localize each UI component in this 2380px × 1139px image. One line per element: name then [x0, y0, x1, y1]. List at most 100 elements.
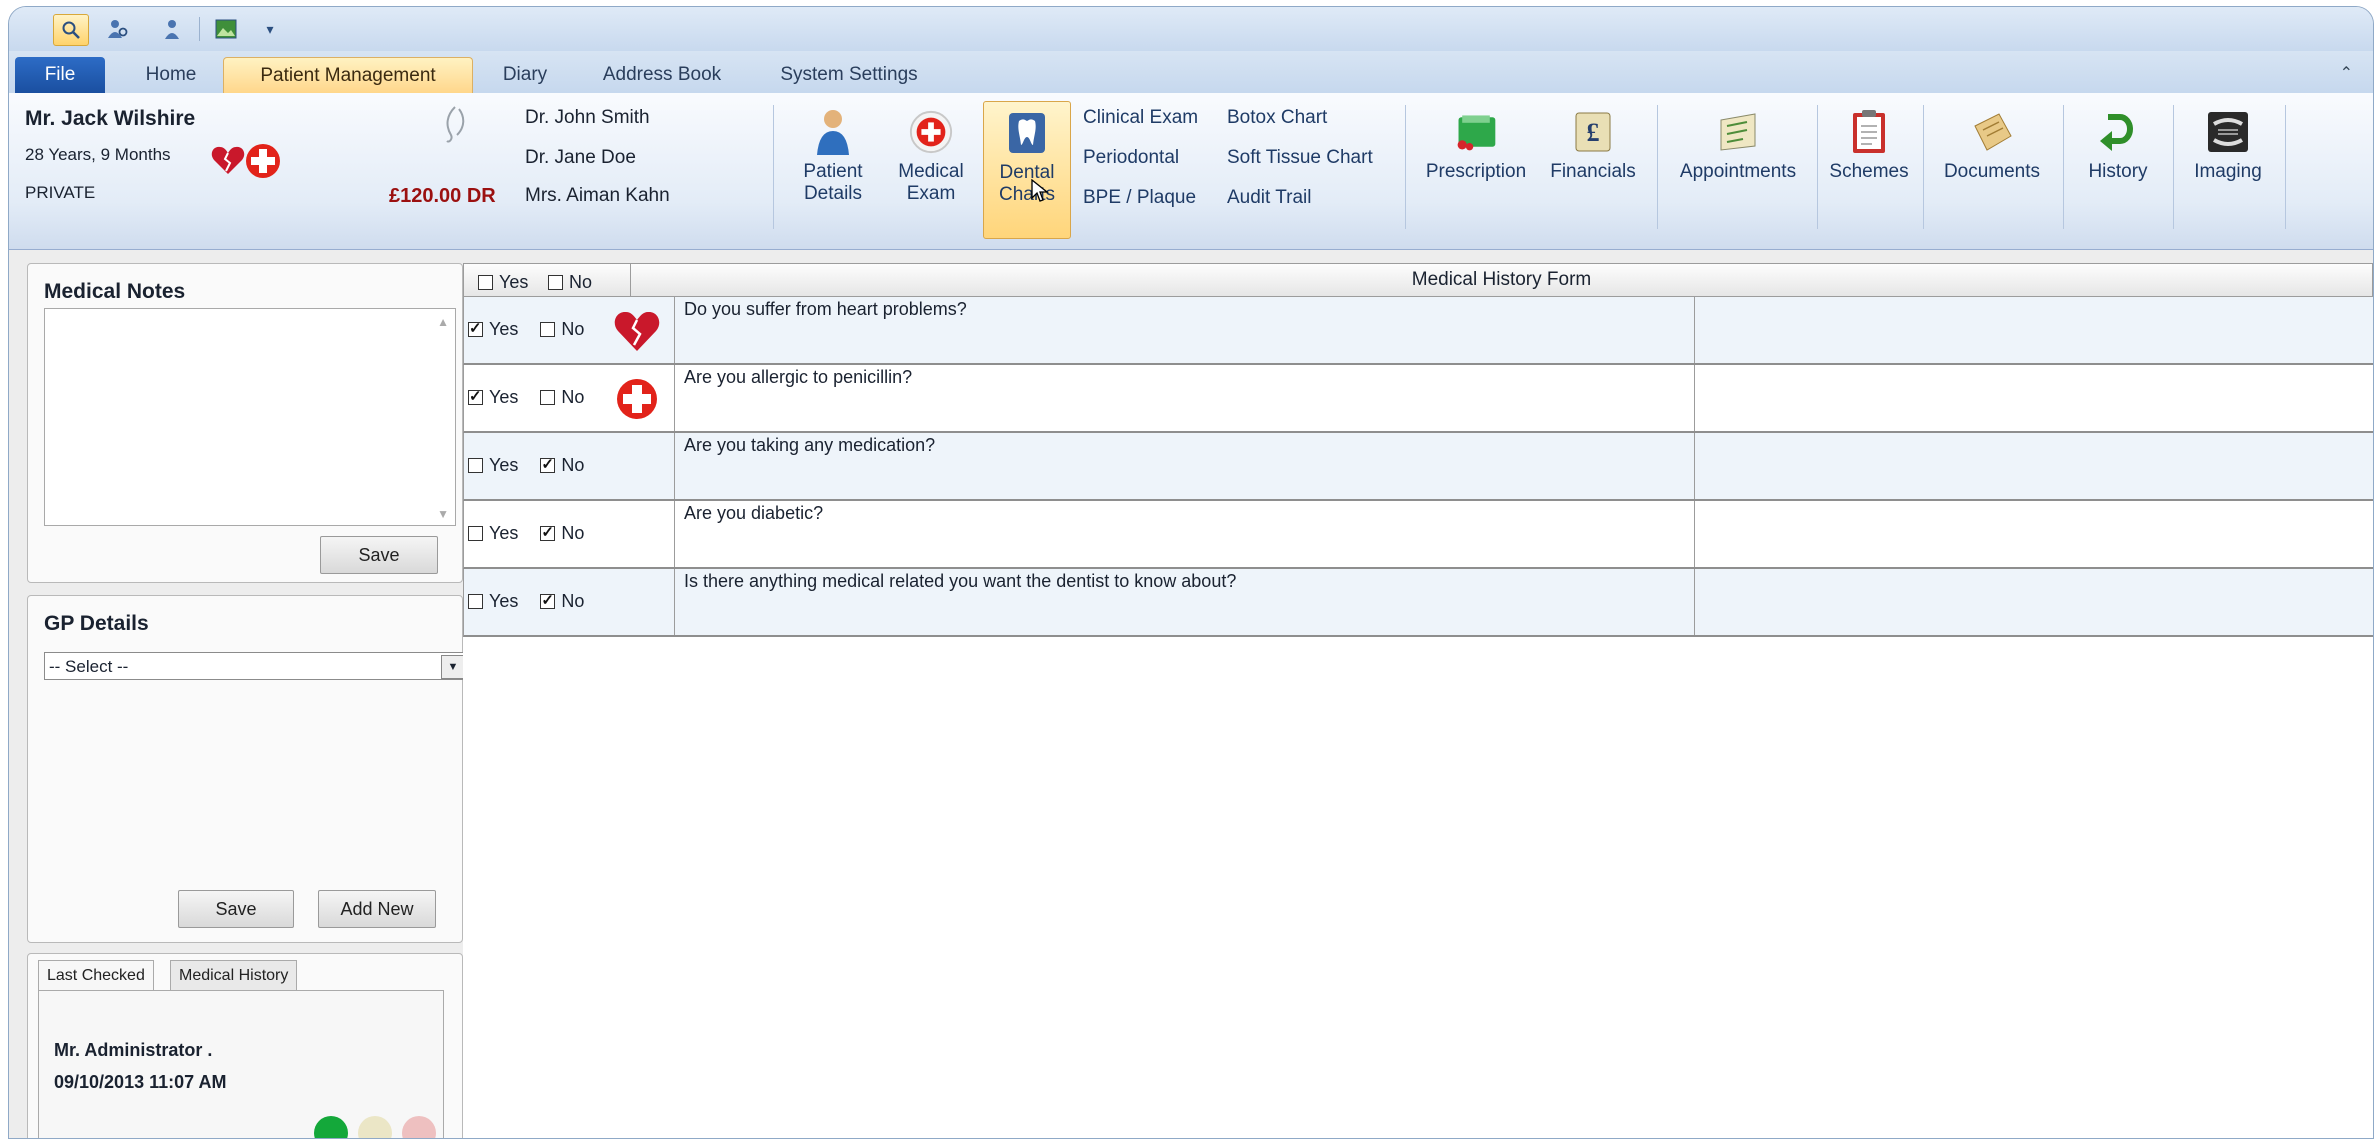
table-row: Yes No Do you suffer from heart problems? — [463, 297, 2373, 365]
financials-button[interactable]: £ Financials — [1539, 101, 1647, 237]
header-yes-checkbox[interactable] — [478, 275, 493, 290]
patient-name: Mr. Jack Wilshire — [25, 107, 196, 130]
yes-label: Yes — [489, 319, 519, 339]
red-cross-icon — [617, 379, 657, 419]
scroll-up-icon[interactable]: ▲ — [437, 315, 449, 329]
header-no-all[interactable]: No — [548, 272, 592, 293]
column-divider — [1694, 433, 1695, 499]
no-label: No — [561, 455, 585, 475]
tab-diary[interactable]: Diary — [483, 57, 567, 93]
gp-save-button[interactable]: Save — [178, 890, 294, 928]
tab-medical-history[interactable]: Medical History — [170, 960, 298, 991]
find-patient-icon[interactable] — [101, 14, 135, 44]
gp-add-new-button[interactable]: Add New — [318, 890, 436, 928]
yes-label: Yes — [489, 523, 519, 543]
tab-system-settings[interactable]: System Settings — [761, 57, 937, 93]
tab-home[interactable]: Home — [121, 57, 221, 93]
clipboard-icon — [1846, 107, 1892, 157]
documents-label: Documents — [1943, 161, 2041, 182]
appointments-button[interactable]: Appointments — [1665, 101, 1811, 237]
clinician-1[interactable]: Dr. John Smith — [525, 107, 650, 129]
checked-by: Mr. Administrator . — [54, 1040, 213, 1060]
clinical-exam-link[interactable]: Clinical Exam — [1083, 107, 1198, 129]
medical-notes-textarea[interactable]: ▲ ▼ — [44, 308, 456, 526]
column-divider — [1694, 365, 1695, 431]
audit-trail-link[interactable]: Audit Trail — [1227, 187, 1311, 209]
table-row: Yes No Are you taking any medication? — [463, 433, 2373, 501]
ribbon: Mr. Jack Wilshire 28 Years, 9 Months PRI… — [9, 93, 2373, 250]
clinician-2[interactable]: Dr. Jane Doe — [525, 147, 636, 169]
no-checkbox[interactable] — [540, 322, 556, 337]
patient-details-button[interactable]: Patient Details — [783, 101, 883, 237]
question-text: Are you allergic to penicillin? — [684, 367, 913, 387]
prescription-icon — [1453, 107, 1499, 157]
search-icon[interactable] — [53, 14, 89, 46]
scroll-down-icon[interactable]: ▼ — [437, 507, 449, 521]
header-no-label: No — [569, 272, 593, 292]
gp-select-value: -- Select -- — [49, 657, 129, 676]
prescription-label: Prescription — [1425, 161, 1527, 182]
gp-details-title: GP Details — [44, 612, 149, 635]
answer-cell: Yes No — [464, 569, 675, 635]
medical-history-grid: Yes No Medical History Form Yes No Do you … — [463, 263, 2373, 1138]
dental-charts-button[interactable]: Dental Charts — [983, 101, 1071, 239]
header-yes-all[interactable]: Yes — [478, 272, 528, 293]
periodontal-link[interactable]: Periodontal — [1083, 147, 1179, 169]
botox-chart-link[interactable]: Botox Chart — [1227, 107, 1327, 129]
table-row: Yes No Are you diabetic? — [463, 501, 2373, 569]
yes-checkbox[interactable] — [468, 458, 483, 473]
tooth-icon — [1004, 108, 1050, 158]
documents-button[interactable]: Documents — [1929, 101, 2055, 237]
appointments-icon — [1715, 107, 1761, 157]
column-divider — [1694, 569, 1695, 635]
schemes-label: Schemes — [1829, 161, 1909, 182]
last-checked-panel: Last Checked Medical History Mr. Adminis… — [27, 953, 463, 1138]
mouse-cursor-icon — [1031, 179, 1049, 202]
tab-file[interactable]: File — [15, 57, 105, 93]
history-label: History — [2088, 161, 2148, 182]
tab-patient-management[interactable]: Patient Management — [223, 57, 473, 94]
medical-notes-save-button[interactable]: Save — [320, 536, 438, 574]
documents-icon — [1969, 107, 2015, 157]
medical-exam-label-1: Medical — [898, 161, 964, 182]
question-text: Do you suffer from heart problems? — [684, 299, 967, 319]
medical-exam-button[interactable]: Medical Exam — [887, 101, 975, 237]
question-text: Are you diabetic? — [684, 503, 824, 523]
no-checkbox[interactable] — [540, 390, 556, 405]
soft-tissue-chart-link[interactable]: Soft Tissue Chart — [1227, 147, 1373, 169]
answer-options: Yes No — [468, 591, 584, 612]
answer-options: Yes No — [468, 319, 584, 340]
collapse-ribbon-icon[interactable]: ⌃ — [2340, 63, 2353, 83]
patient-icon[interactable] — [155, 14, 189, 44]
no-checkbox[interactable] — [540, 591, 556, 609]
header-no-checkbox[interactable] — [548, 275, 563, 290]
schemes-button[interactable]: Schemes — [1823, 101, 1915, 237]
gp-details-panel: GP Details -- Select -- ▼ Save Add New — [27, 595, 468, 943]
gp-select[interactable]: -- Select -- ▼ — [44, 652, 468, 680]
chevron-down-icon[interactable]: ▼ — [441, 655, 465, 679]
yes-checkbox[interactable] — [468, 594, 483, 609]
svg-text:£: £ — [1587, 118, 1600, 147]
no-checkbox[interactable] — [540, 455, 556, 473]
tab-address-book[interactable]: Address Book — [587, 57, 737, 93]
yes-checkbox[interactable] — [468, 319, 483, 337]
no-label: No — [561, 523, 585, 543]
account-balance: £120.00 DR — [389, 185, 496, 207]
history-button[interactable]: History — [2069, 101, 2167, 237]
no-checkbox[interactable] — [540, 523, 556, 541]
prescription-button[interactable]: Prescription — [1413, 101, 1539, 237]
bpe-plaque-link[interactable]: BPE / Plaque — [1083, 187, 1196, 209]
customize-dropdown-icon[interactable]: ▾ — [253, 14, 287, 44]
clinician-3[interactable]: Mrs. Aiman Kahn — [525, 185, 670, 207]
answer-cell: Yes No — [464, 365, 675, 431]
yes-label: Yes — [489, 387, 519, 407]
yes-checkbox[interactable] — [468, 387, 483, 405]
last-checked-tabs: Last Checked Medical History — [28, 954, 462, 992]
image-icon[interactable] — [209, 14, 243, 44]
imaging-button[interactable]: Imaging — [2179, 101, 2277, 237]
quick-access-toolbar: ▾ — [9, 7, 2373, 51]
answer-options: Yes No — [468, 387, 584, 408]
tab-last-checked[interactable]: Last Checked — [38, 960, 154, 991]
patient-details-label-2: Details — [803, 183, 863, 204]
yes-checkbox[interactable] — [468, 526, 483, 541]
